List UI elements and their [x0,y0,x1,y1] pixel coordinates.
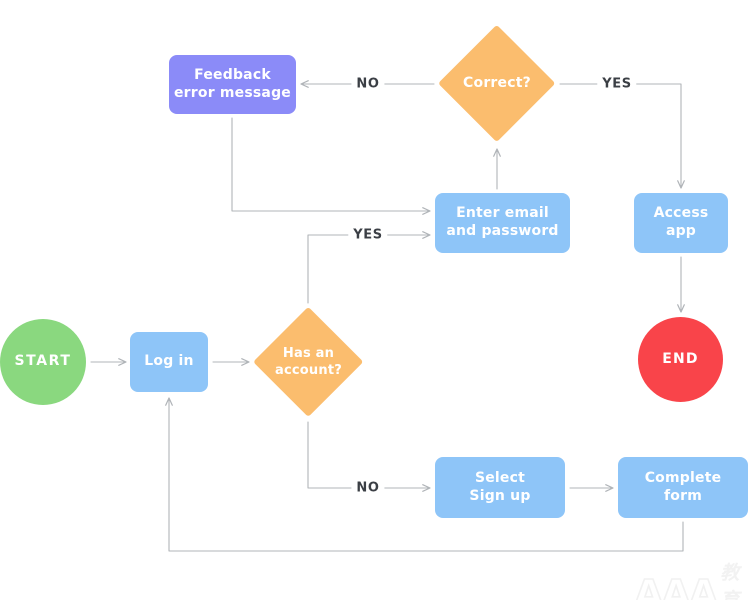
node-select-signup[interactable]: Select Sign up [435,457,565,518]
node-label-login: Log in [144,353,194,370]
node-label-select-signup: Select Sign up [469,469,531,504]
node-label-access-app: Access app [653,205,709,239]
node-label-has-account: Has an account? [275,345,342,378]
watermark-cjk-text: 教育 [720,562,740,600]
node-correct[interactable]: Correct? [437,24,556,143]
node-label-enter-credentials: Enter email and password [446,205,559,239]
edge-label-has-account-no: NO [351,480,385,496]
node-label-complete-form: Complete form [644,469,722,504]
node-access-app[interactable]: Access app [634,193,728,253]
watermark: AAA 教育 [633,560,750,600]
node-label-start: START [14,353,72,370]
node-label-correct: Correct? [463,75,531,92]
watermark-latin-text: AAA [633,572,719,600]
edge-path-group [90,80,685,552]
node-complete-form[interactable]: Complete form [618,457,748,518]
node-label-feedback-error: Feedback error message [173,66,291,101]
node-has-account[interactable]: Has an account? [252,306,364,418]
edge-correct-yes [559,83,685,189]
edge-has-account-yes [307,231,431,304]
edge-label-correct-no: NO [351,76,385,92]
node-start[interactable]: START [0,319,86,405]
edge-label-correct-yes: YES [597,76,637,92]
edge-form-to-login [165,397,684,552]
edge-feedback-to-credentials [231,117,431,215]
node-enter-credentials[interactable]: Enter email and password [435,193,570,253]
edge-has-account-no [307,421,431,492]
flowchart-canvas: START Log in Has an account? Enter email an… [0,0,750,600]
node-label-end: END [662,350,699,367]
edge-label-has-account-yes: YES [348,227,388,243]
node-end[interactable]: END [638,317,723,402]
node-feedback-error[interactable]: Feedback error message [169,55,296,114]
node-login[interactable]: Log in [130,332,208,392]
